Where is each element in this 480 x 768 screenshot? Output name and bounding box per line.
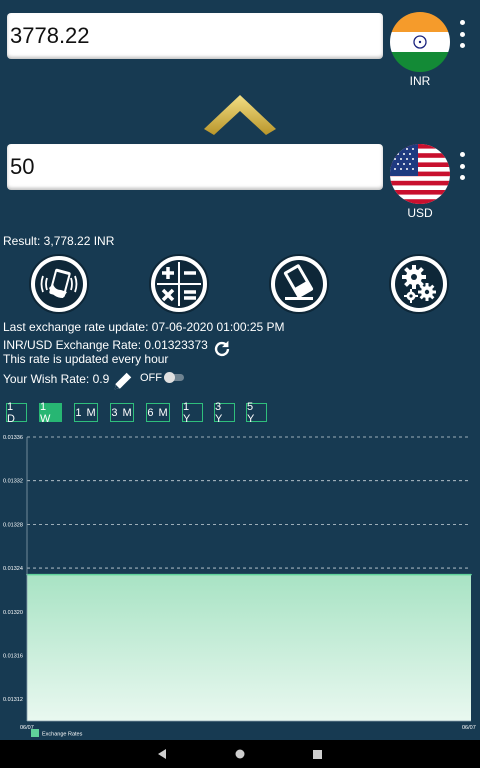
range-button-1d[interactable]: 1 D	[6, 401, 27, 425]
inr-menu-icon[interactable]	[456, 20, 468, 48]
wish-rate-toggle[interactable]	[164, 372, 184, 383]
chart-y-tick-label: 0.01328	[3, 522, 23, 528]
settings-button[interactable]	[389, 254, 449, 314]
usa-flag-icon[interactable]	[390, 144, 450, 204]
system-nav-bar	[0, 740, 480, 768]
chart-y-tick-label: 0.01332	[3, 479, 23, 485]
update-frequency-text: This rate is updated every hour	[3, 352, 169, 366]
gears-icon	[395, 260, 443, 308]
shake-phone-icon	[35, 260, 83, 308]
calculator-icon	[155, 260, 203, 308]
refresh-icon[interactable]	[211, 338, 233, 360]
exchange-rate-chart: 0.01336 0.01332 0.01328 0.01324 0.01320 0.013…	[3, 435, 476, 738]
eraser-button[interactable]	[269, 254, 329, 314]
chart-y-tick-label: 0.01312	[3, 697, 23, 703]
range-button-1y[interactable]: 1 Y	[182, 401, 203, 425]
toggle-thumb	[164, 372, 175, 383]
usd-currency-code: USD	[407, 206, 433, 220]
chart-area-fill	[27, 574, 471, 721]
range-button-6m[interactable]: 6 M	[146, 403, 170, 422]
exchange-rate-text: INR/USD Exchange Rate: 0.01323373	[3, 338, 208, 352]
inr-currency-code: INR	[409, 74, 431, 88]
chart-y-tick-label: 0.01336	[3, 435, 23, 441]
result-text: Result: 3,778.22 INR	[3, 234, 115, 248]
chart-x-tick-label: 06/07	[462, 725, 476, 731]
calculator-button[interactable]	[149, 254, 209, 314]
chart-legend-swatch	[31, 729, 39, 737]
range-button-3y[interactable]: 3 Y	[214, 401, 235, 425]
eraser-icon	[275, 260, 323, 308]
chart-y-tick-label: 0.01324	[3, 566, 23, 572]
shake-phone-button[interactable]	[29, 254, 89, 314]
chart-data-point	[470, 573, 472, 576]
back-icon[interactable]	[158, 749, 166, 759]
home-icon[interactable]	[235, 749, 245, 759]
chevron-up-icon[interactable]	[204, 95, 276, 137]
chart-y-tick-label: 0.01320	[3, 610, 23, 616]
india-flag-icon[interactable]	[390, 12, 450, 72]
range-button-5y[interactable]: 5 Y	[246, 401, 267, 425]
usd-amount-input[interactable]	[7, 144, 383, 190]
range-button-1m[interactable]: 1 M	[74, 403, 98, 422]
wish-rate-toggle-label: OFF	[140, 372, 162, 384]
pencil-icon[interactable]	[112, 370, 134, 392]
chart-y-tick-label: 0.01316	[3, 653, 23, 659]
range-button-3m[interactable]: 3 M	[110, 403, 134, 422]
usd-menu-icon[interactable]	[456, 152, 468, 180]
inr-amount-input[interactable]	[7, 13, 383, 59]
last-update-text: Last exchange rate update: 07-06-2020 01…	[3, 320, 285, 334]
wish-rate-text: Your Wish Rate: 0.9	[3, 372, 110, 386]
chart-legend-label: Exchange Rates	[42, 732, 83, 738]
range-button-1w[interactable]: 1 W	[39, 401, 62, 425]
recents-icon[interactable]	[313, 750, 322, 759]
